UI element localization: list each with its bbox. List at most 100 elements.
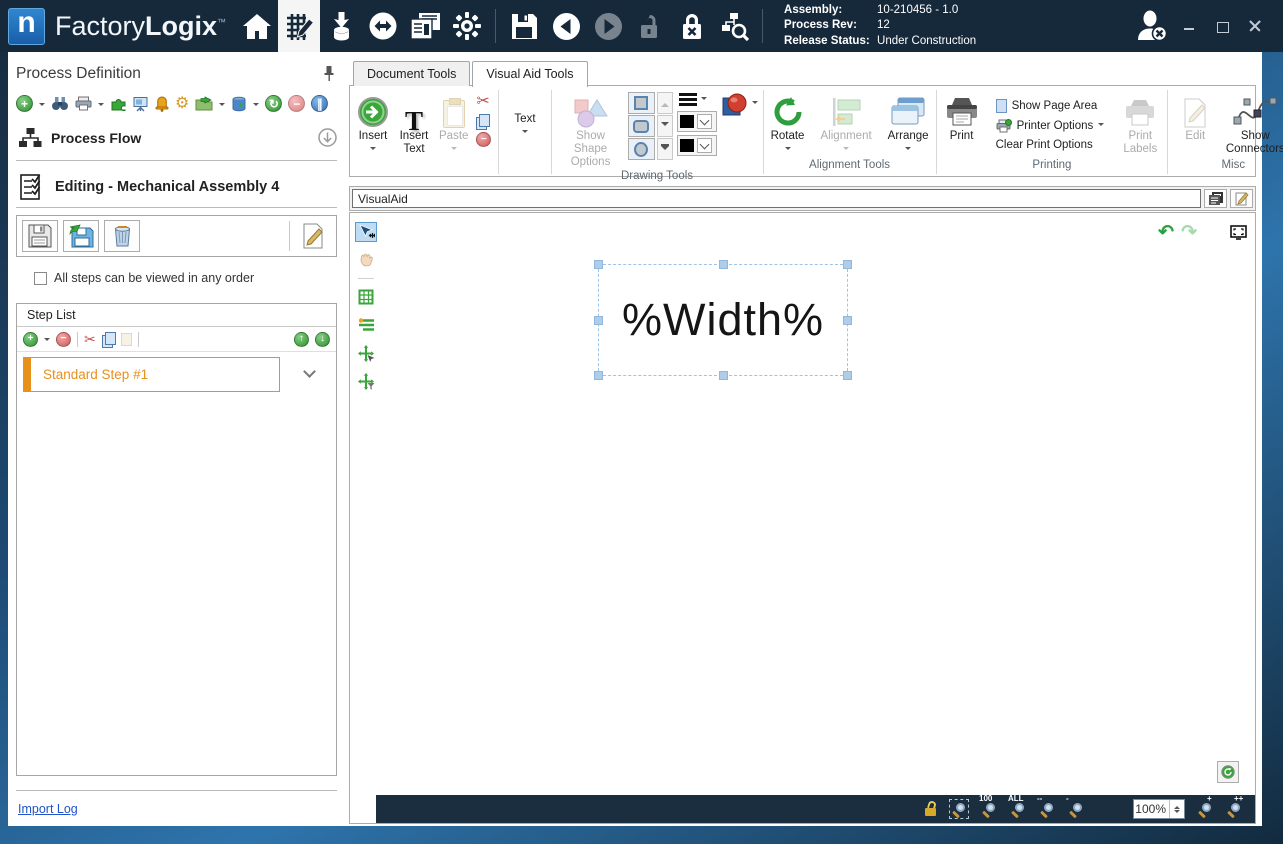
export-dropdown-caret[interactable] <box>219 103 225 109</box>
collapse-button[interactable] <box>318 128 337 147</box>
move-snap-button[interactable] <box>355 343 377 363</box>
refresh-button[interactable]: ↻ <box>265 95 282 112</box>
zoom-all-button[interactable]: ALL <box>1009 800 1027 818</box>
cut-icon[interactable]: ✂ <box>476 94 491 110</box>
copy-icon[interactable] <box>102 332 115 346</box>
line-thickness-button[interactable] <box>677 92 717 108</box>
zoom-level-spinner[interactable]: 100% <box>1133 799 1185 819</box>
move-filter-button[interactable] <box>355 371 377 391</box>
save-as-button[interactable] <box>63 220 99 252</box>
alerts-button[interactable] <box>155 96 169 112</box>
close-button[interactable] <box>1249 20 1261 32</box>
print-button[interactable] <box>75 96 92 111</box>
print-labels-button[interactable]: Print Labels <box>1116 90 1164 159</box>
zoom-in-large-button[interactable]: ++ <box>1225 800 1243 818</box>
materials-button[interactable] <box>320 0 362 52</box>
home-button[interactable] <box>236 0 278 52</box>
gallery-down-button[interactable] <box>657 115 673 137</box>
documents-button[interactable] <box>404 0 446 52</box>
ellipse-shape-button[interactable] <box>628 138 655 160</box>
show-connectors-button[interactable]: Show Connectors <box>1222 90 1283 159</box>
resize-handle-s[interactable] <box>719 371 728 380</box>
printer-options-button[interactable]: Printer Options <box>994 118 1107 134</box>
order-checkbox[interactable] <box>34 272 47 285</box>
edit-button[interactable]: Edit <box>1178 90 1212 159</box>
presentation-button[interactable] <box>133 96 149 112</box>
gallery-up-button[interactable] <box>657 92 673 114</box>
rectangle-shape-button[interactable] <box>628 92 655 114</box>
tab-visual-aid-tools[interactable]: Visual Aid Tools <box>472 61 587 87</box>
process-search-button[interactable] <box>713 0 755 52</box>
save-button[interactable] <box>503 0 545 52</box>
edit-name-button[interactable] <box>1230 189 1253 208</box>
zoom-out-button[interactable]: - <box>1067 800 1085 818</box>
find-button[interactable] <box>51 96 69 111</box>
resize-handle-ne[interactable] <box>843 260 852 269</box>
rotate-button[interactable]: Rotate <box>767 90 809 159</box>
import-log-link[interactable]: Import Log <box>18 802 78 816</box>
resize-handle-sw[interactable] <box>594 371 603 380</box>
visual-aid-canvas[interactable]: ↶ ↷ %Width% 100 ALL -- - <box>349 212 1256 824</box>
plugins-button[interactable] <box>110 96 127 111</box>
import-dropdown-caret[interactable] <box>253 103 259 109</box>
resize-handle-se[interactable] <box>843 371 852 380</box>
move-step-up-button[interactable]: ↑ <box>294 332 309 347</box>
pan-tool-button[interactable] <box>355 250 377 270</box>
rounded-rectangle-shape-button[interactable] <box>628 115 655 137</box>
add-process-button[interactable]: + <box>16 95 33 112</box>
export-button[interactable] <box>195 96 213 111</box>
refresh-canvas-button[interactable] <box>1217 761 1239 783</box>
zoom-spin-buttons[interactable] <box>1169 800 1184 818</box>
back-button[interactable] <box>545 0 587 52</box>
grid-toggle-button[interactable] <box>355 287 377 307</box>
tab-document-tools[interactable]: Document Tools <box>353 61 470 86</box>
insert-text-button[interactable]: T Insert Text <box>393 90 435 159</box>
zoom-100-button[interactable]: 100 <box>980 800 998 818</box>
options-button[interactable]: ⚙ <box>175 96 189 112</box>
sync-button[interactable] <box>362 0 404 52</box>
snap-lines-toggle-button[interactable] <box>355 315 377 335</box>
logout-user-button[interactable] <box>1135 10 1169 42</box>
step-expand-chevron[interactable] <box>303 365 316 378</box>
print-dropdown-caret[interactable] <box>98 103 104 109</box>
remove-step-button[interactable]: − <box>56 332 71 347</box>
resize-handle-w[interactable] <box>594 316 603 325</box>
settings-button[interactable] <box>446 0 488 52</box>
paste-icon[interactable] <box>121 333 132 346</box>
insert-button[interactable]: Insert <box>353 90 393 159</box>
gallery-more-button[interactable] <box>657 138 673 160</box>
resize-handle-nw[interactable] <box>594 260 603 269</box>
show-page-area-button[interactable]: Show Page Area <box>994 98 1107 114</box>
alignment-button[interactable]: Alignment <box>817 90 876 159</box>
delete-step-button[interactable] <box>104 220 140 252</box>
forward-button[interactable] <box>587 0 629 52</box>
pin-button[interactable] <box>323 65 335 82</box>
pause-button[interactable]: ∥ <box>311 95 328 112</box>
resize-handle-e[interactable] <box>843 316 852 325</box>
cut-icon[interactable]: ✂ <box>84 332 96 346</box>
remove-icon[interactable]: − <box>476 132 491 147</box>
select-tool-button[interactable] <box>355 222 377 242</box>
zoom-out-large-button[interactable]: -- <box>1038 800 1056 818</box>
unlock-button[interactable] <box>629 0 671 52</box>
text-button[interactable]: Text <box>502 90 547 159</box>
lock-release-button[interactable] <box>671 0 713 52</box>
process-flow-header[interactable]: Process Flow <box>18 127 337 148</box>
zoom-in-button[interactable]: + <box>1196 800 1214 818</box>
import-button[interactable] <box>231 96 247 112</box>
print-button[interactable]: Print <box>940 90 984 159</box>
show-shape-options-button[interactable]: Show Shape Options <box>555 90 627 170</box>
add-step-caret[interactable] <box>44 338 50 344</box>
remove-process-button[interactable]: − <box>288 95 305 112</box>
clear-print-options-button[interactable]: Clear Print Options <box>994 138 1107 152</box>
selected-text-element[interactable]: %Width% <box>598 264 848 376</box>
zoom-lock-button[interactable] <box>924 801 938 817</box>
add-step-button[interactable]: + <box>23 332 38 347</box>
minimize-button[interactable] <box>1183 20 1195 32</box>
visual-aid-name-input[interactable] <box>352 189 1201 208</box>
add-dropdown-caret[interactable] <box>39 103 45 109</box>
fit-to-screen-button[interactable] <box>1230 225 1247 240</box>
copy-icon[interactable] <box>476 114 489 128</box>
zoom-region-button[interactable] <box>949 799 969 819</box>
shape-fill-button[interactable] <box>720 90 760 170</box>
